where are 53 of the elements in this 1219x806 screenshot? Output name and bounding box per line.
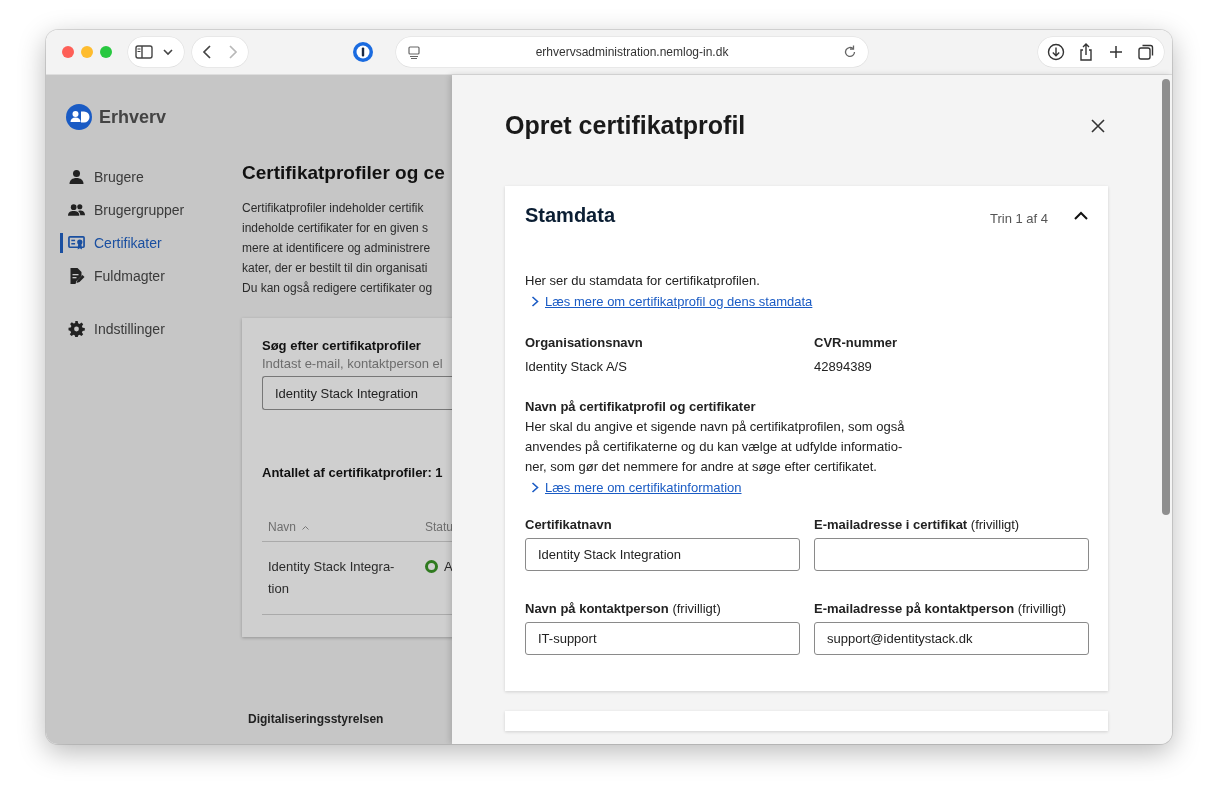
- close-window-button[interactable]: [62, 46, 74, 58]
- fact-label: Organisationsnavn: [525, 334, 644, 352]
- read-more-link[interactable]: Læs mere om certifikatinformation: [545, 479, 742, 495]
- input-field[interactable]: Identity Stack Integration: [525, 538, 800, 571]
- sidebar-item[interactable]: Certifikater: [60, 226, 242, 259]
- chevron-icon: [531, 481, 539, 493]
- search-hint: Indtast e-mail, kontaktperson el: [262, 356, 444, 371]
- password-manager-icon[interactable]: [352, 41, 374, 63]
- drawer-title: Opret certifikatprofil: [505, 111, 746, 140]
- input-field[interactable]: support@identitystack.dk: [814, 622, 1089, 655]
- people-icon: [68, 201, 85, 218]
- subsection-heading: Navn på certifikatprofil og certifikater: [525, 398, 757, 416]
- search-field[interactable]: Identity Stack Integration: [262, 376, 452, 410]
- close-icon[interactable]: [1090, 117, 1106, 134]
- certificate-icon: [68, 234, 85, 251]
- sidebar-toggle-icon[interactable]: [134, 42, 154, 62]
- input-field[interactable]: IT-support: [525, 622, 800, 655]
- person-icon: [68, 168, 85, 185]
- input-field[interactable]: [814, 538, 1089, 571]
- fact-value: Identity Stack A/S: [525, 358, 628, 376]
- settings-icon: [68, 320, 85, 337]
- sidebar-item[interactable]: Fuldmagter: [60, 259, 242, 292]
- fact-value: 42894389: [814, 358, 873, 376]
- sidebar-item[interactable]: Brugere: [60, 160, 242, 193]
- step-indicator: Trin 1 af 4: [989, 211, 1048, 226]
- section-intro: Her ser du stamdata for certifikatprofilen.: [525, 272, 761, 290]
- field-label: Certifikatnavn: [525, 517, 613, 532]
- table-cell-text: Identity Stack Integra- tion: [268, 558, 396, 598]
- fact-label: CVR-nummer: [814, 334, 899, 352]
- logo-icon[interactable]: [66, 104, 92, 130]
- sort-ascending-icon[interactable]: [302, 524, 309, 530]
- tabs-overview-icon[interactable]: [1136, 42, 1156, 62]
- field-label: Navn på kontaktperson (frivilligt): [525, 601, 722, 616]
- section-title: Stamdata: [525, 204, 617, 227]
- document-icon: [68, 267, 85, 284]
- brand-name[interactable]: Erhverv: [99, 106, 167, 128]
- url-text[interactable]: erhvervsadministration.nemlog-in.dk: [535, 45, 729, 59]
- sidebar-item[interactable]: Indstillinger: [60, 312, 242, 345]
- footer-text: Digitaliseringsstyrelsen: [248, 712, 385, 726]
- chevron-icon: [531, 295, 539, 307]
- scrollbar[interactable]: [1162, 79, 1170, 515]
- read-more-link[interactable]: Læs mere om certifikatprofil og dens stamdata: [545, 293, 813, 309]
- download-icon[interactable]: [1046, 42, 1066, 62]
- status-text: A: [444, 560, 452, 574]
- caret-icon[interactable]: [1074, 211, 1088, 220]
- field-label: E-mailadresse på kontaktperson (frivilligt): [814, 601, 1068, 616]
- search-title: Søg efter certifikatprofiler: [262, 338, 422, 353]
- result-count: Antallet af certifikatprofiler: 1: [262, 465, 444, 480]
- intro-paragraph: Certifikatprofiler indeholder certifik indeholde certifikater for en given s mere at identificere og administrere kater, der er bestilt til din organisati Du kan også redigere certifikater og: [242, 200, 434, 297]
- sidebar-item[interactable]: Brugergrupper: [60, 193, 242, 226]
- field-label: E-mailadresse i certifikat (frivilligt): [814, 517, 1021, 532]
- page-heading: Certifikatprofiler og ce: [242, 162, 446, 184]
- subsection-text: Her skal du angive et sigende navn på certifikatprofilen, som også anvendes på certifikaterne og du kan vælge at udfylde informatio- ner, som gør det nemmere for andre at søge efter certifikatet.: [525, 418, 906, 476]
